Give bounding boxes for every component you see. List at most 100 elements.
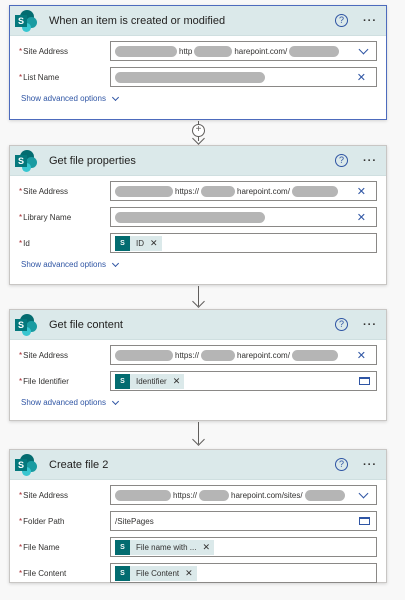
field-label: Site Address (23, 46, 69, 56)
sharepoint-icon: S (15, 149, 37, 172)
clear-icon[interactable]: ✕ (357, 71, 366, 84)
id-field[interactable]: S ID ✕ (110, 233, 377, 253)
redacted-text (194, 45, 233, 57)
more-options-icon[interactable]: ··· (360, 319, 380, 331)
clear-icon[interactable]: ✕ (357, 349, 366, 362)
help-icon[interactable]: ? (335, 458, 348, 471)
site-address-row: *Site Address https:// harepoint.com/ ✕ (19, 344, 377, 366)
field-label: File Name (23, 542, 60, 552)
get-file-properties-card[interactable]: S Get file properties ? ··· *Site Addres… (9, 145, 387, 285)
list-name-field[interactable]: ✕ (110, 67, 377, 87)
chevron-down-icon[interactable] (358, 44, 369, 55)
site-address-row: *Site Address https:// harepoint.com/ ✕ (19, 180, 377, 202)
library-name-row: *Library Name ✕ (19, 206, 377, 228)
chevron-down-icon (111, 397, 119, 405)
folder-path-field[interactable]: /SitePages (110, 511, 377, 531)
dynamic-content-token[interactable]: S File Content ✕ (115, 565, 197, 581)
url-text: https:// (175, 186, 200, 196)
card-title: When an item is created or modified (49, 14, 226, 27)
dynamic-content-token[interactable]: S Identifier ✕ (115, 373, 185, 389)
show-advanced-options-link[interactable]: Show advanced options (21, 93, 377, 103)
dynamic-content-token[interactable]: S ID ✕ (115, 235, 162, 251)
sharepoint-icon: S (115, 539, 130, 555)
redacted-text (201, 349, 236, 361)
clear-icon[interactable]: ✕ (357, 185, 366, 198)
field-label: Library Name (23, 212, 72, 222)
trigger-card[interactable]: S When an item is created or modified ? … (9, 5, 387, 120)
site-address-field[interactable]: https:// harepoint.com/ ✕ (110, 345, 377, 365)
redacted-text (115, 71, 265, 83)
file-content-field[interactable]: S File Content ✕ (110, 563, 377, 583)
clear-icon[interactable]: ✕ (357, 211, 366, 224)
remove-token-icon[interactable]: ✕ (185, 568, 193, 579)
redacted-text (291, 349, 338, 361)
sharepoint-icon: S (15, 9, 37, 32)
sharepoint-icon: S (15, 453, 37, 476)
field-label: File Content (23, 568, 67, 578)
file-identifier-row: *File Identifier S Identifier ✕ (19, 370, 377, 392)
redacted-text (115, 349, 173, 361)
help-icon[interactable]: ? (335, 154, 348, 167)
card-header[interactable]: S Get file content ? ··· (10, 310, 386, 340)
card-header[interactable]: S Get file properties ? ··· (10, 146, 386, 176)
token-label: File name with ... (136, 542, 197, 552)
help-icon[interactable]: ? (335, 14, 348, 27)
url-text: harepoint.com/sites/ (231, 490, 303, 500)
folder-icon[interactable] (359, 517, 370, 525)
redacted-text (201, 185, 236, 197)
library-name-field[interactable]: ✕ (110, 207, 377, 227)
site-address-row: *Site Address http harepoint.com/ (19, 40, 377, 62)
help-icon[interactable]: ? (335, 318, 348, 331)
get-file-content-card[interactable]: S Get file content ? ··· *Site Address h… (9, 309, 387, 421)
site-address-row: *Site Address https:// harepoint.com/sit… (19, 484, 377, 506)
file-identifier-field[interactable]: S Identifier ✕ (110, 371, 377, 391)
card-title: Create file 2 (49, 458, 109, 471)
chevron-down-icon[interactable] (358, 488, 369, 499)
redacted-text (304, 489, 345, 501)
file-name-field[interactable]: S File name with ... ✕ (110, 537, 377, 557)
site-address-field[interactable]: https:// harepoint.com/ ✕ (110, 181, 377, 201)
sharepoint-icon: S (115, 565, 130, 581)
remove-token-icon[interactable]: ✕ (173, 376, 181, 387)
more-options-icon[interactable]: ··· (360, 459, 380, 471)
arrow-down-icon (192, 295, 205, 308)
show-advanced-options-link[interactable]: Show advanced options (21, 259, 377, 269)
more-options-icon[interactable]: ··· (360, 15, 380, 27)
url-text: https:// (173, 490, 198, 500)
chevron-down-icon (111, 93, 119, 101)
token-label: ID (136, 238, 144, 248)
url-text: harepoint.com/ (237, 186, 290, 196)
card-title: Get file properties (49, 154, 136, 167)
url-text: harepoint.com/ (237, 350, 290, 360)
folder-path-row: *Folder Path /SitePages (19, 510, 377, 532)
sharepoint-icon: S (115, 373, 130, 389)
card-header[interactable]: S Create file 2 ? ··· (10, 450, 386, 480)
field-label: Id (23, 238, 30, 248)
token-label: File Content (136, 568, 180, 578)
site-address-dropdown[interactable]: http harepoint.com/ (110, 41, 377, 61)
folder-icon[interactable] (359, 377, 370, 385)
field-label: Site Address (23, 186, 69, 196)
sharepoint-icon: S (115, 235, 130, 251)
field-label: File Identifier (23, 376, 69, 386)
card-header[interactable]: S When an item is created or modified ? … (10, 6, 386, 36)
url-text: http (179, 46, 193, 56)
remove-token-icon[interactable]: ✕ (150, 238, 158, 249)
redacted-text (291, 185, 338, 197)
card-title: Get file content (49, 318, 123, 331)
redacted-text (115, 185, 173, 197)
dynamic-content-token[interactable]: S File name with ... ✕ (115, 539, 215, 555)
field-label: Folder Path (23, 516, 65, 526)
show-advanced-options-link[interactable]: Show advanced options (21, 397, 377, 407)
more-options-icon[interactable]: ··· (360, 155, 380, 167)
remove-token-icon[interactable]: ✕ (202, 542, 210, 553)
redacted-text (199, 489, 230, 501)
redacted-text (289, 45, 340, 57)
field-label: Site Address (23, 350, 69, 360)
chevron-down-icon (111, 259, 119, 267)
file-content-row: *File Content S File Content ✕ (19, 562, 377, 584)
site-address-dropdown[interactable]: https:// harepoint.com/sites/ (110, 485, 377, 505)
sharepoint-icon: S (15, 313, 37, 336)
create-file-card[interactable]: S Create file 2 ? ··· *Site Address http… (9, 449, 387, 583)
field-label: List Name (23, 72, 60, 82)
